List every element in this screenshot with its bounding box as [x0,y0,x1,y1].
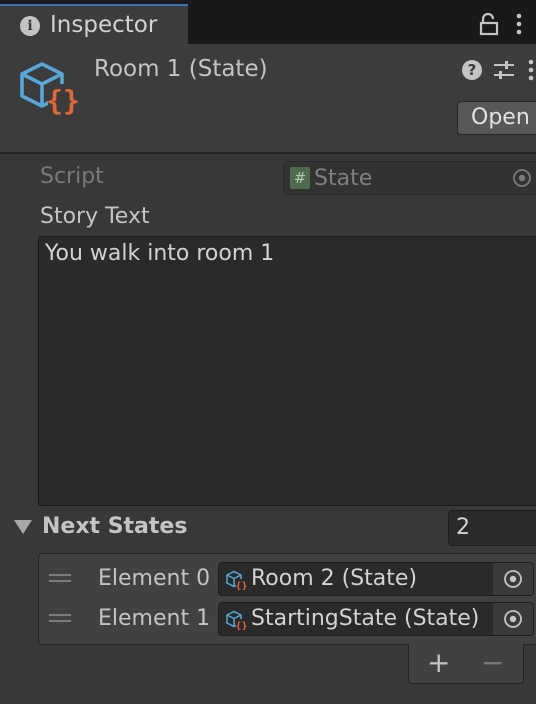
list-footer: + − [408,644,524,684]
presets-icon[interactable] [492,58,516,82]
script-field[interactable]: # State [283,161,536,195]
help-icon[interactable]: ? [460,58,484,82]
array-size-field[interactable]: 2 [448,510,536,546]
object-title: Room 1 (State) [94,56,268,82]
open-button[interactable]: Open [457,101,536,135]
script-value: State [314,166,373,191]
drag-handle-icon[interactable] [49,574,71,582]
object-picker-icon[interactable] [503,609,523,629]
script-label: Script [40,164,104,189]
more-options-icon[interactable] [526,58,536,82]
lock-icon[interactable] [478,12,500,36]
scriptable-object-icon: {} [20,62,80,117]
csharp-script-icon: # [290,167,310,189]
add-element-button[interactable]: + [427,648,450,678]
next-states-label[interactable]: Next States [42,514,187,539]
svg-text:{}: {} [235,621,247,630]
foldout-arrow-icon[interactable] [14,520,32,534]
scriptable-object-icon: {} [226,610,247,630]
svg-text:?: ? [468,61,477,79]
element-object-field[interactable]: {} Room 2 (State) [218,562,534,596]
story-text-label: Story Text [40,204,150,229]
kebab-menu-icon[interactable] [514,12,524,36]
element-label: Element 0 [98,566,211,591]
svg-text:{}: {} [235,581,247,590]
element-label: Element 1 [98,606,211,631]
info-icon: i [20,16,40,36]
object-picker-icon[interactable] [503,569,523,589]
element-object-value: StartingState (State) [251,606,480,631]
svg-text:{}: {} [46,84,80,117]
next-states-list: Element 0 {} Room 2 (State) Element 1 {}… [38,553,536,645]
object-picker-icon[interactable] [512,168,532,188]
scriptable-object-icon: {} [226,570,247,590]
story-text-area[interactable]: You walk into room 1 [38,236,536,506]
element-object-field[interactable]: {} StartingState (State) [218,602,534,636]
tab-label: Inspector [50,12,158,38]
element-object-value: Room 2 (State) [251,566,418,591]
remove-element-button[interactable]: − [481,648,504,678]
drag-handle-icon[interactable] [49,614,71,622]
